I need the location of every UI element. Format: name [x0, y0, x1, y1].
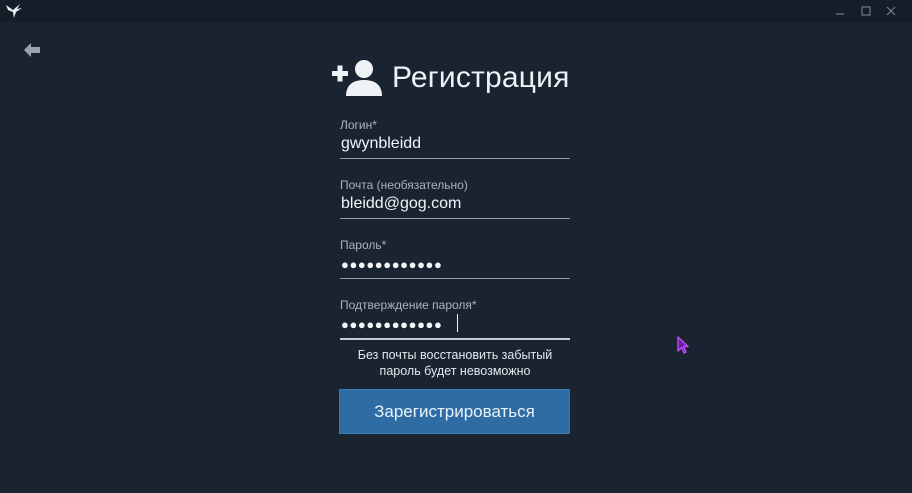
- back-button[interactable]: [21, 39, 43, 61]
- login-label: Логин*: [340, 118, 377, 132]
- mouse-cursor-icon: [677, 336, 689, 354]
- close-button[interactable]: [880, 2, 902, 20]
- add-user-icon: [332, 60, 382, 96]
- close-icon: [886, 6, 896, 16]
- page-heading: Регистрация: [332, 58, 570, 98]
- password-value: ●●●●●●●●●●●●: [341, 257, 443, 272]
- login-field[interactable]: Логин* gwynbleidd: [340, 118, 570, 159]
- maximize-icon: [861, 6, 871, 16]
- confirm-password-field[interactable]: Подтверждение пароля* ●●●●●●●●●●●●: [340, 298, 570, 340]
- bird-icon: [6, 4, 22, 18]
- minimize-button[interactable]: [829, 2, 851, 20]
- email-value: bleidd@gog.com: [341, 195, 462, 212]
- title-bar: [0, 0, 912, 22]
- arrow-left-icon: [24, 43, 40, 57]
- registration-window: Регистрация Логин* gwynbleidd Почта (нео…: [0, 0, 912, 493]
- text-caret: [457, 314, 458, 332]
- password-field[interactable]: Пароль* ●●●●●●●●●●●●: [340, 238, 570, 279]
- email-field[interactable]: Почта (необязательно) bleidd@gog.com: [340, 178, 570, 219]
- hint-line-1: Без почты восстановить забытый: [357, 348, 553, 362]
- email-hint: Без почты восстановить забытый пароль бу…: [340, 347, 570, 379]
- register-button[interactable]: Зарегистрироваться: [339, 389, 570, 434]
- password-label: Пароль*: [340, 238, 387, 252]
- page-title: Регистрация: [392, 61, 570, 94]
- confirm-password-label: Подтверждение пароля*: [340, 298, 477, 312]
- login-value: gwynbleidd: [341, 135, 422, 152]
- confirm-password-value: ●●●●●●●●●●●●: [341, 317, 443, 332]
- hint-line-2: пароль будет невозможно: [379, 364, 531, 378]
- maximize-button[interactable]: [855, 2, 877, 20]
- email-label: Почта (необязательно): [340, 178, 468, 192]
- minimize-icon: [836, 13, 844, 15]
